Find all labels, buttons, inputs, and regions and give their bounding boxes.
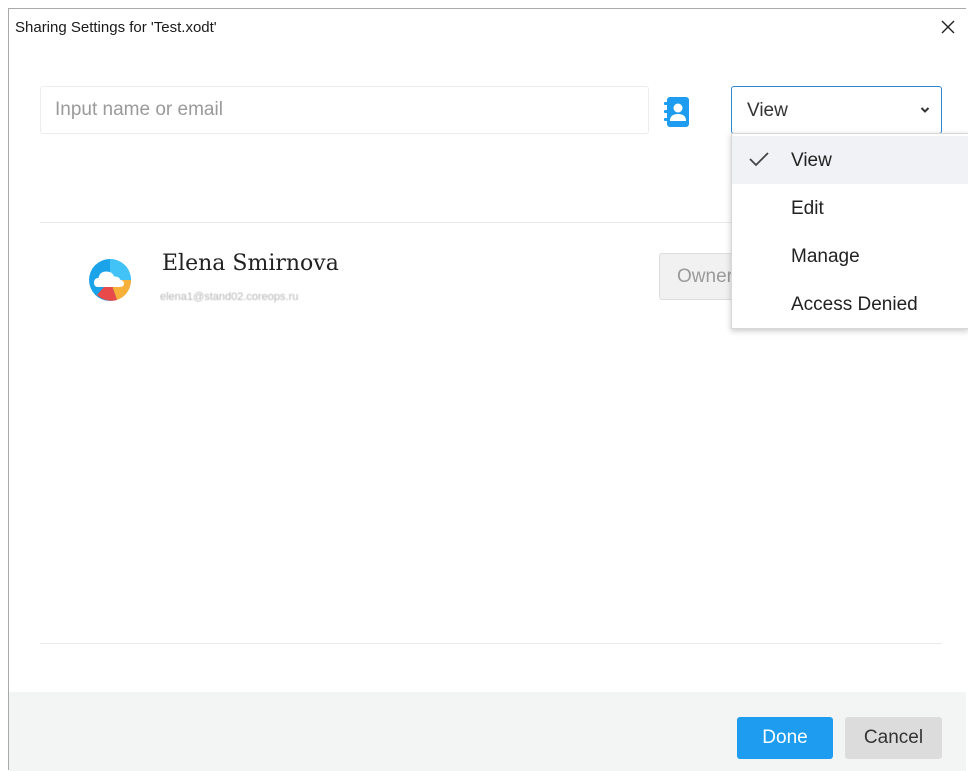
menu-item-manage[interactable]: Manage xyxy=(732,232,968,280)
access-level-select[interactable]: View xyxy=(731,86,942,134)
dialog-footer: Done Cancel xyxy=(9,692,966,771)
divider xyxy=(40,643,942,644)
menu-item-edit[interactable]: Edit xyxy=(732,184,968,232)
done-button[interactable]: Done xyxy=(737,717,833,759)
cloud-logo-icon xyxy=(89,259,132,301)
address-book-icon xyxy=(664,97,689,127)
checkmark-icon xyxy=(749,152,769,167)
cancel-button[interactable]: Cancel xyxy=(845,717,942,759)
menu-item-label: Manage xyxy=(791,246,860,267)
sharing-settings-dialog: Sharing Settings for 'Test.xodt' View xyxy=(8,8,968,771)
user-avatar xyxy=(87,257,133,303)
close-button[interactable] xyxy=(934,13,962,41)
search-input[interactable] xyxy=(40,86,649,134)
menu-item-view[interactable]: View xyxy=(732,136,968,184)
address-book-button[interactable] xyxy=(659,94,695,130)
user-email: elena1@stand02.coreops.ru xyxy=(160,291,299,303)
dialog-title: Sharing Settings for 'Test.xodt' xyxy=(15,19,217,36)
menu-item-label: Edit xyxy=(791,198,824,219)
chevron-down-icon xyxy=(920,107,930,113)
user-name: Elena Smirnova xyxy=(162,251,339,276)
menu-item-label: View xyxy=(791,150,832,171)
menu-item-label: Access Denied xyxy=(791,294,918,315)
access-level-value: View xyxy=(747,100,788,121)
access-level-menu: View Edit Manage Access Denied xyxy=(731,133,968,329)
close-icon xyxy=(941,20,955,34)
menu-item-access-denied[interactable]: Access Denied xyxy=(732,280,968,328)
